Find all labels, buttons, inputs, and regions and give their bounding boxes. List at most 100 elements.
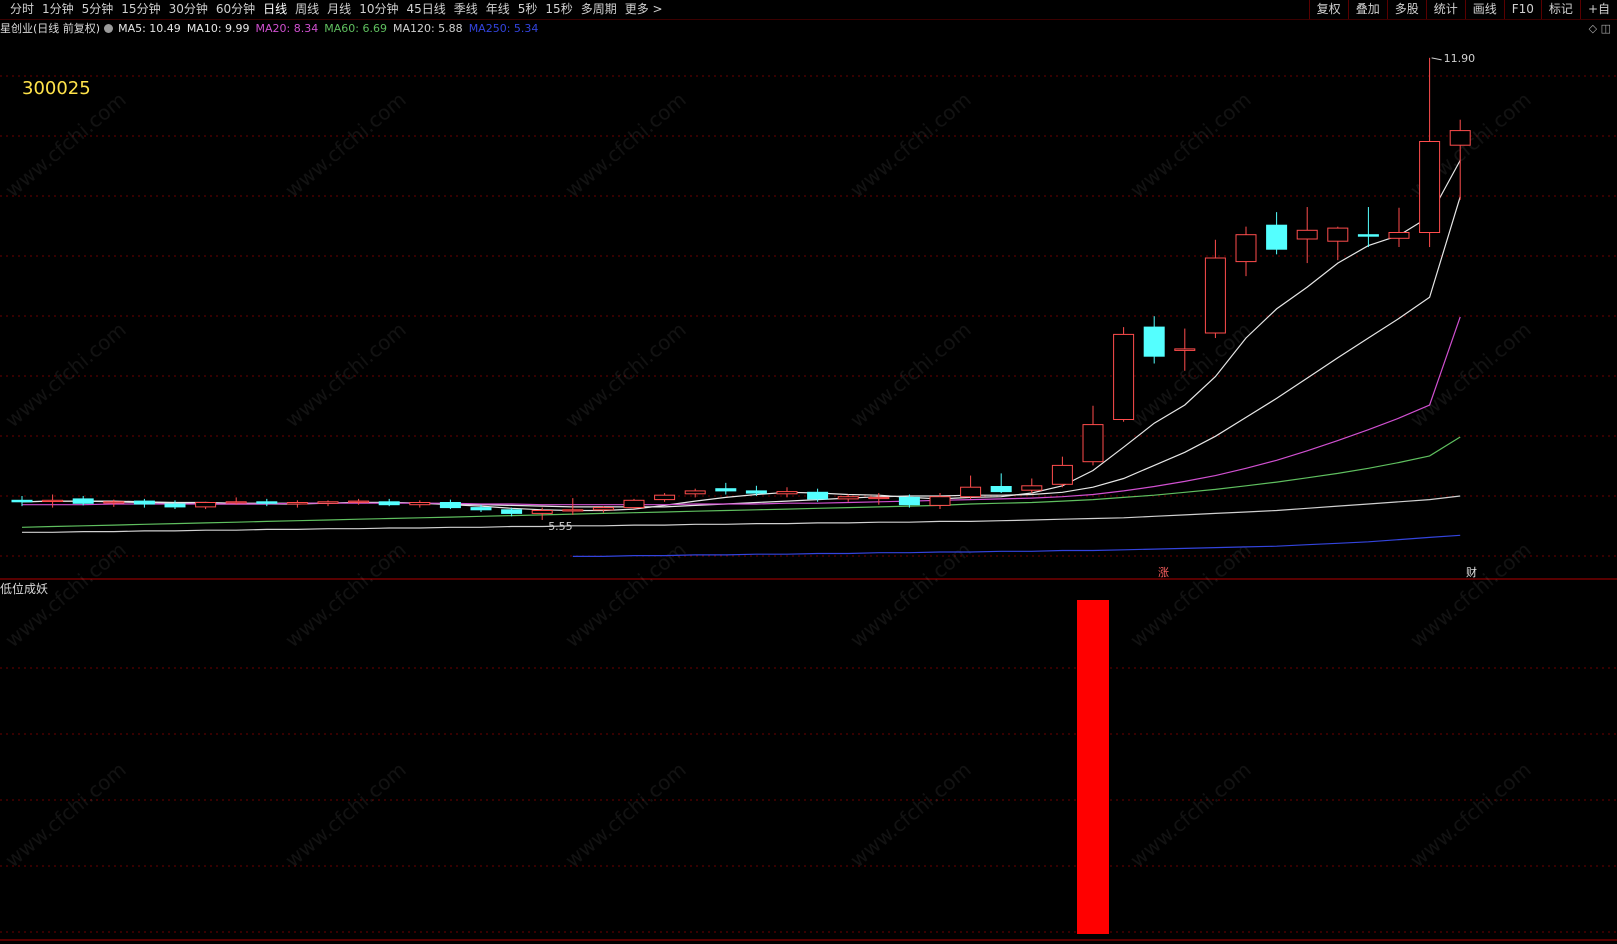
cai-marker[interactable]: 财 bbox=[1466, 565, 1477, 579]
period-tab-9[interactable]: 10分钟 bbox=[355, 0, 402, 19]
candle[interactable] bbox=[1143, 316, 1165, 364]
tool-button-5[interactable]: F10 bbox=[1503, 0, 1541, 19]
watermark-text: www.cfchi.com bbox=[845, 87, 975, 202]
candle[interactable] bbox=[623, 498, 645, 510]
period-tab-15[interactable]: 多周期 bbox=[577, 0, 621, 19]
settings-dot-icon[interactable] bbox=[104, 24, 114, 33]
high-pointer bbox=[1431, 57, 1442, 61]
candle[interactable] bbox=[348, 498, 370, 505]
candle-body bbox=[1235, 234, 1257, 263]
candle[interactable] bbox=[378, 498, 400, 507]
candle-body bbox=[1327, 227, 1349, 242]
period-tab-7[interactable]: 周线 bbox=[291, 0, 323, 19]
period-tab-2[interactable]: 5分钟 bbox=[78, 0, 118, 19]
indicator-title[interactable]: 低位成妖 bbox=[0, 580, 48, 597]
ma-legend: 星创业(日线 前复权) MA5: 10.49 MA10: 9.99 MA20: 8.… bbox=[0, 21, 544, 37]
candle-body bbox=[654, 494, 676, 501]
candle-body bbox=[929, 496, 951, 506]
ma-line-ma60 bbox=[21, 436, 1461, 528]
watermark-text: www.cfchi.com bbox=[560, 537, 690, 652]
candle-body bbox=[1143, 326, 1165, 357]
period-tab-16[interactable]: 更多 > bbox=[621, 0, 667, 19]
candle[interactable] bbox=[1296, 207, 1318, 264]
candle-body bbox=[684, 490, 706, 495]
tool-button-bar: 复权 叠加 多股 统计 画线 F10 标记 +自 bbox=[1308, 0, 1617, 19]
candle[interactable] bbox=[317, 500, 339, 507]
zhang-marker[interactable]: 涨 bbox=[1158, 566, 1169, 579]
watermark-text: www.cfchi.com bbox=[1405, 317, 1535, 432]
period-tab-4[interactable]: 30分钟 bbox=[165, 0, 212, 19]
chart-annotations: 11.90 5.55 涨 财 bbox=[548, 52, 1477, 579]
candle[interactable] bbox=[1388, 207, 1410, 248]
candle[interactable] bbox=[1327, 226, 1349, 261]
watermark-text: www.cfchi.com bbox=[1405, 757, 1535, 872]
period-tab-1[interactable]: 1分钟 bbox=[38, 0, 78, 19]
watermark-text: www.cfchi.com bbox=[280, 757, 410, 872]
candle-body bbox=[103, 501, 125, 504]
tool-button-2[interactable]: 多股 bbox=[1386, 0, 1426, 19]
period-tab-14[interactable]: 15秒 bbox=[541, 0, 576, 19]
candle[interactable] bbox=[286, 500, 308, 508]
tool-button-7[interactable]: +自 bbox=[1579, 0, 1617, 19]
candle[interactable] bbox=[1051, 456, 1073, 488]
period-tab-0[interactable]: 分时 bbox=[6, 0, 38, 19]
watermark-text: www.cfchi.com bbox=[845, 317, 975, 432]
candle[interactable] bbox=[1235, 226, 1257, 277]
candle[interactable] bbox=[1357, 207, 1379, 248]
tool-button-0[interactable]: 复权 bbox=[1308, 0, 1348, 19]
watermark-text: www.cfchi.com bbox=[1405, 537, 1535, 652]
watermark-text: www.cfchi.com bbox=[560, 757, 690, 872]
panel-controls[interactable]: ◇ ◫ bbox=[1589, 22, 1611, 35]
period-tab-3[interactable]: 15分钟 bbox=[117, 0, 164, 19]
period-tab-6[interactable]: 日线 bbox=[259, 0, 291, 19]
candle[interactable] bbox=[42, 494, 64, 508]
candle-body bbox=[72, 498, 94, 504]
period-tab-12[interactable]: 年线 bbox=[482, 0, 514, 19]
watermark-text: www.cfchi.com bbox=[0, 317, 130, 432]
candle[interactable] bbox=[133, 498, 155, 508]
watermark-text: www.cfchi.com bbox=[1125, 757, 1255, 872]
candle[interactable] bbox=[195, 501, 217, 510]
candle[interactable] bbox=[654, 493, 676, 502]
watermark-text: www.cfchi.com bbox=[280, 537, 410, 652]
candle[interactable] bbox=[164, 500, 186, 510]
tool-button-3[interactable]: 统计 bbox=[1425, 0, 1465, 19]
candle-body bbox=[1082, 424, 1104, 463]
candle-body bbox=[531, 510, 553, 514]
candle[interactable] bbox=[1419, 57, 1441, 248]
candle-body bbox=[1357, 234, 1379, 237]
period-tab-13[interactable]: 5秒 bbox=[514, 0, 542, 19]
stock-title[interactable]: 星创业(日线 前复权) bbox=[0, 21, 100, 37]
period-tab-10[interactable]: 45日线 bbox=[402, 0, 449, 19]
candle[interactable] bbox=[439, 499, 461, 510]
candle-body bbox=[470, 507, 492, 511]
candle[interactable] bbox=[409, 500, 431, 508]
watermark-layer: www.cfchi.com www.cfchi.com www.cfchi.com w… bbox=[0, 87, 1535, 872]
candle[interactable] bbox=[592, 506, 614, 513]
candle[interactable] bbox=[990, 473, 1012, 494]
candle[interactable] bbox=[960, 475, 982, 499]
candle-body bbox=[562, 509, 584, 512]
period-tab-5[interactable]: 60分钟 bbox=[212, 0, 259, 19]
period-tab-8[interactable]: 月线 bbox=[323, 0, 355, 19]
watermark-text: www.cfchi.com bbox=[845, 757, 975, 872]
candle[interactable] bbox=[1266, 212, 1288, 255]
window-icon[interactable]: ◫ bbox=[1601, 22, 1611, 35]
candle[interactable] bbox=[1113, 327, 1135, 422]
candlestick-series bbox=[11, 57, 1471, 520]
candle-body bbox=[623, 499, 645, 509]
candle[interactable] bbox=[715, 482, 737, 495]
kline-chart[interactable]: www.cfchi.com www.cfchi.com www.cfchi.com w… bbox=[0, 0, 1617, 944]
tool-button-1[interactable]: 叠加 bbox=[1347, 0, 1387, 19]
candle-body bbox=[1113, 333, 1135, 420]
tool-button-6[interactable]: 标记 bbox=[1540, 0, 1580, 19]
period-tab-11[interactable]: 季线 bbox=[450, 0, 482, 19]
signal-bar[interactable] bbox=[1077, 600, 1109, 934]
legend-item-ma60: MA60: 6.69 bbox=[324, 22, 387, 35]
candle[interactable] bbox=[256, 498, 278, 507]
candle[interactable] bbox=[1082, 405, 1104, 466]
diamond-icon[interactable]: ◇ bbox=[1589, 22, 1597, 35]
candle[interactable] bbox=[1204, 239, 1226, 339]
tool-button-4[interactable]: 画线 bbox=[1464, 0, 1504, 19]
legend-item-ma250: MA250: 5.34 bbox=[468, 22, 539, 35]
